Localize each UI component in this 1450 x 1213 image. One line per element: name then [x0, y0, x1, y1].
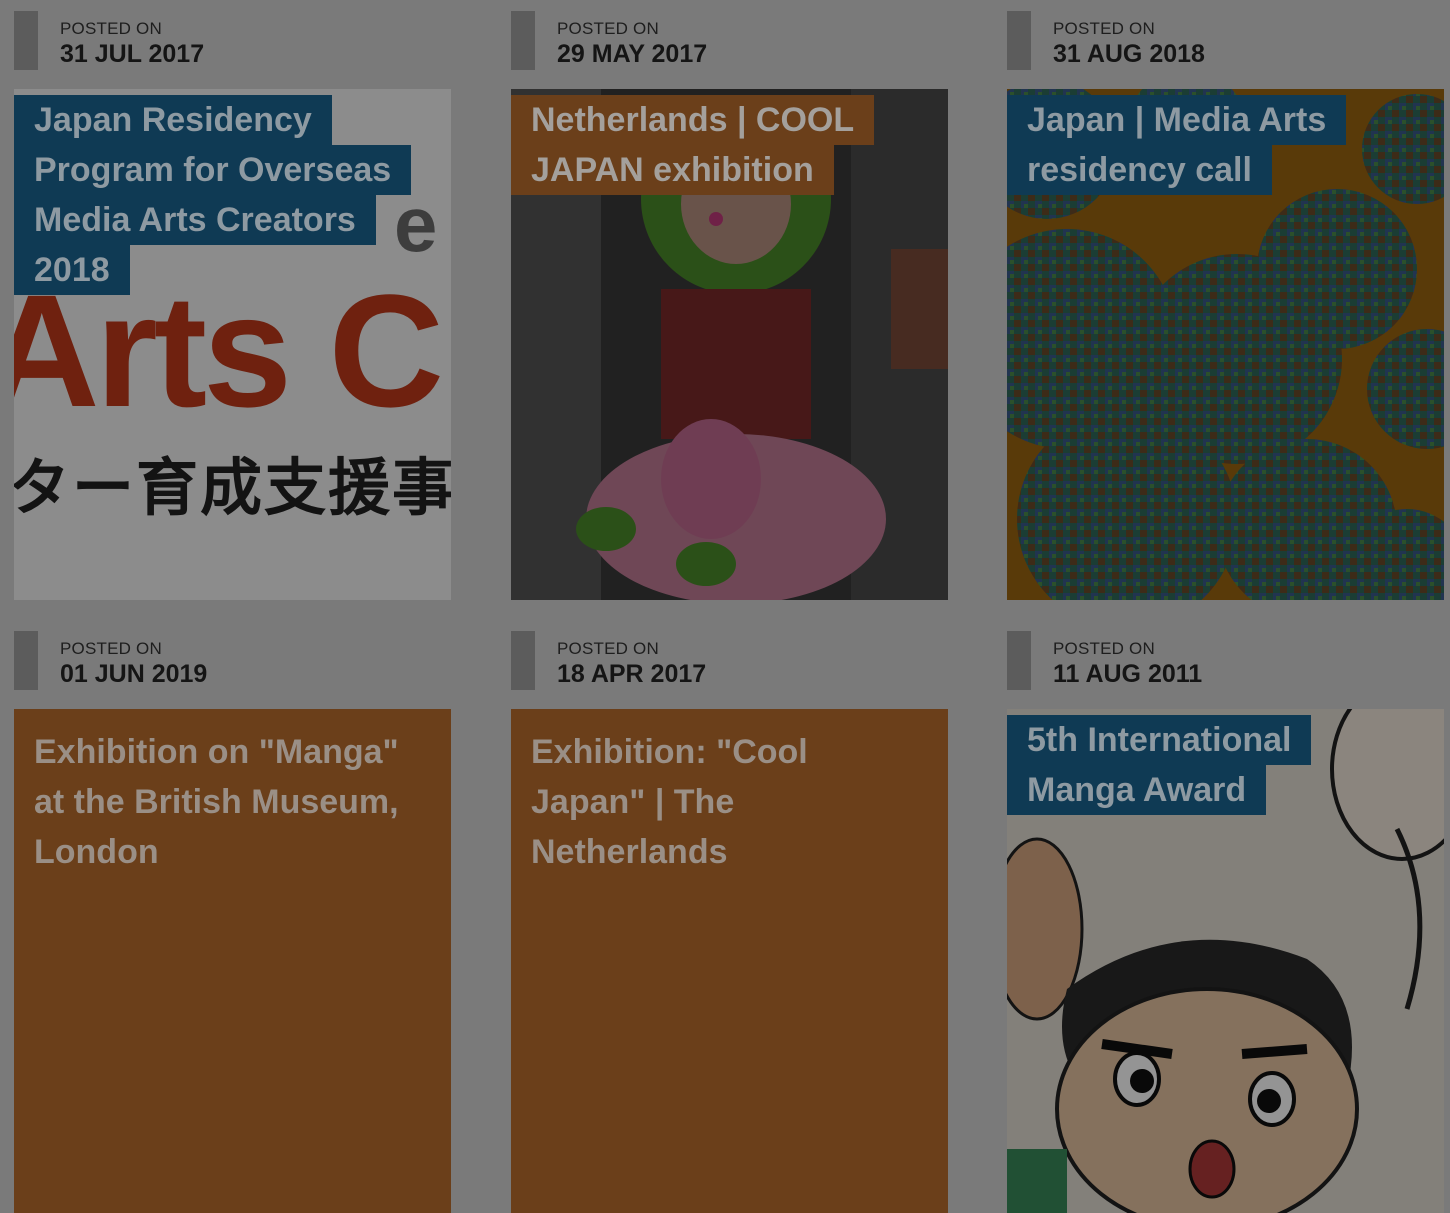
title-line: JAPAN exhibition	[511, 145, 834, 195]
post-card[interactable]: POSTED ON 31 JUL 2017 e Arts C ター育成支援事業 …	[14, 0, 451, 600]
title-line: Exhibition on "Manga"	[34, 733, 399, 771]
post-card[interactable]: POSTED ON 31 AUG 2018 Japan | Media Arts…	[1007, 0, 1444, 600]
date-accent-bar	[1007, 11, 1031, 70]
title-line: Japan Residency	[14, 95, 332, 145]
post-title[interactable]: 5th International Manga Award	[1007, 715, 1312, 815]
post-title[interactable]: Exhibition: "Cool Japan" | The Netherlan…	[531, 727, 808, 877]
title-line: 2018	[14, 245, 130, 295]
post-title[interactable]: Japan Residency Program for Overseas Med…	[14, 95, 412, 295]
title-line: residency call	[1007, 145, 1272, 195]
post-date: 01 JUN 2019	[60, 660, 208, 688]
posted-on-label: POSTED ON	[60, 19, 162, 38]
title-line: Exhibition: "Cool	[531, 733, 808, 771]
post-date: 29 MAY 2017	[557, 40, 708, 68]
post-title[interactable]: Exhibition on "Manga" at the British Mus…	[34, 727, 399, 877]
posted-on-label: POSTED ON	[1053, 19, 1155, 38]
title-line: Netherlands	[531, 833, 728, 871]
post-image[interactable]: Japan | Media Arts residency call	[1007, 89, 1444, 600]
post-tile[interactable]: Exhibition: "Cool Japan" | The Netherlan…	[511, 709, 948, 1213]
title-line: at the British Museum,	[34, 783, 399, 821]
posted-on-label: POSTED ON	[60, 639, 162, 658]
post-tile[interactable]: Exhibition on "Manga" at the British Mus…	[14, 709, 451, 1213]
date-accent-bar	[14, 11, 38, 70]
title-line: Program for Overseas	[14, 145, 412, 195]
posted-on-label: POSTED ON	[1053, 639, 1155, 658]
post-date: 31 AUG 2018	[1053, 40, 1205, 68]
post-image[interactable]: Netherlands | COOL JAPAN exhibition	[511, 89, 948, 600]
title-line: Manga Award	[1007, 765, 1267, 815]
title-line: Japan | Media Arts	[1007, 95, 1347, 145]
date-accent-bar	[1007, 631, 1031, 690]
title-line: London	[34, 833, 159, 871]
post-title[interactable]: Netherlands | COOL JAPAN exhibition	[511, 95, 875, 195]
post-image[interactable]: 5th International Manga Award	[1007, 709, 1444, 1213]
post-image[interactable]: e Arts C ター育成支援事業 Japan Residency Progra…	[14, 89, 451, 600]
title-line: Netherlands | COOL	[511, 95, 875, 145]
posted-on-label: POSTED ON	[557, 639, 659, 658]
posts-grid: POSTED ON 31 JUL 2017 e Arts C ター育成支援事業 …	[0, 0, 1450, 1213]
title-line: 5th International	[1007, 715, 1312, 765]
post-title[interactable]: Japan | Media Arts residency call	[1007, 95, 1347, 195]
date-accent-bar	[511, 11, 535, 70]
posted-on-label: POSTED ON	[557, 19, 659, 38]
post-card[interactable]: POSTED ON 11 AUG 2011 5th International …	[1007, 620, 1444, 1213]
title-line: Media Arts Creators	[14, 195, 376, 245]
date-accent-bar	[511, 631, 535, 690]
post-card[interactable]: POSTED ON 18 APR 2017 Exhibition: "Cool …	[511, 620, 948, 1213]
post-card[interactable]: POSTED ON 29 MAY 2017 Netherlands | COOL	[511, 0, 948, 600]
post-date: 18 APR 2017	[557, 660, 707, 688]
title-line: Japan" | The	[531, 783, 735, 821]
post-date: 31 JUL 2017	[60, 40, 205, 68]
post-card[interactable]: POSTED ON 01 JUN 2019 Exhibition on "Man…	[14, 620, 451, 1213]
date-accent-bar	[14, 631, 38, 690]
post-date: 11 AUG 2011	[1053, 660, 1203, 688]
